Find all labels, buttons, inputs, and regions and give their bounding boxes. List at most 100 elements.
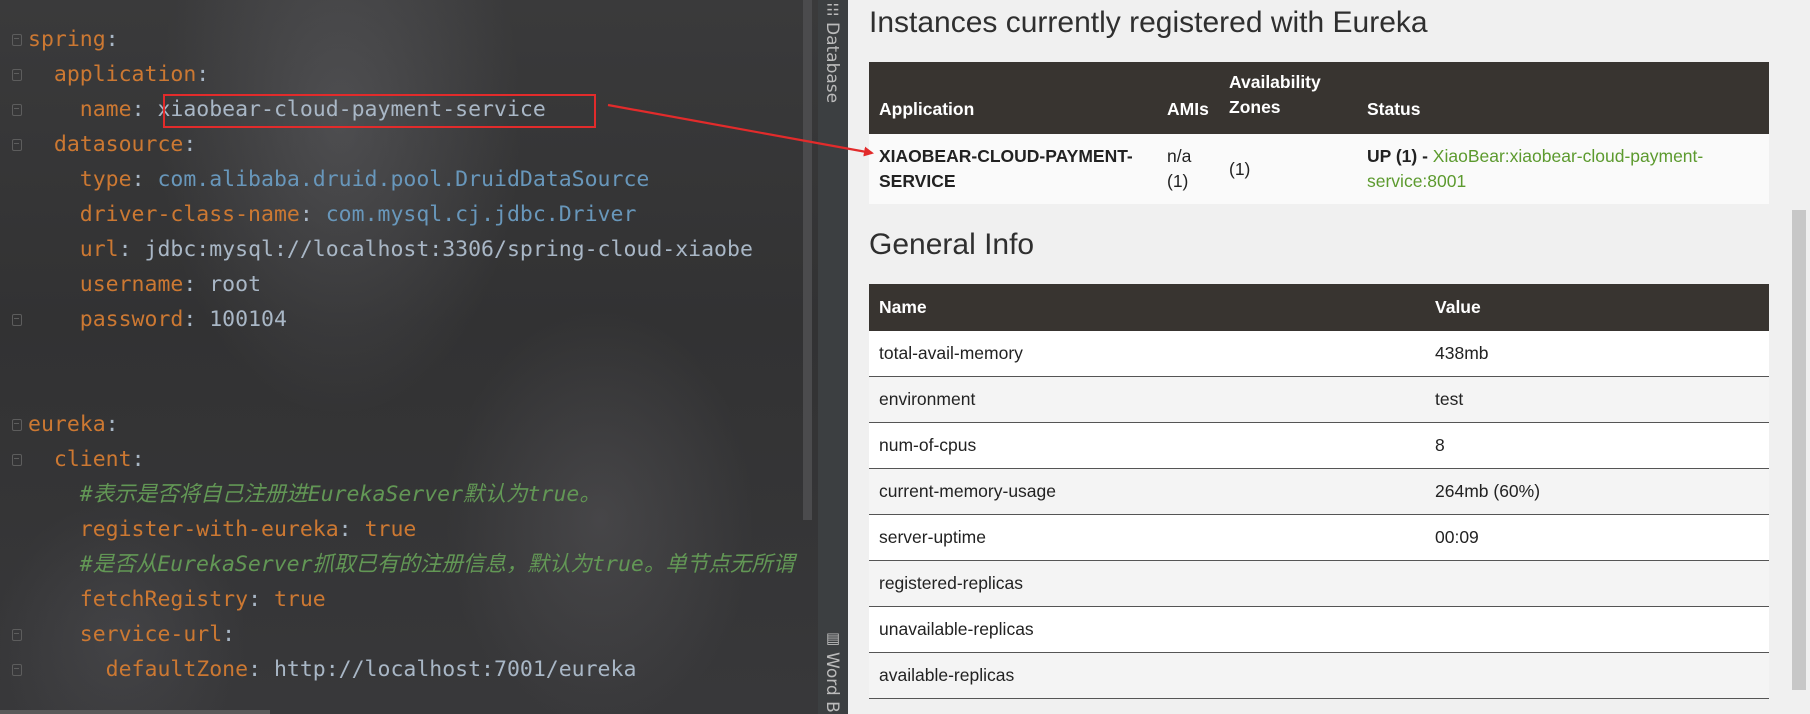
yaml-separator: : xyxy=(131,447,145,472)
code-editor[interactable]: spring: application: name: xiaobear-clou… xyxy=(0,0,818,714)
fold-marker-icon[interactable] xyxy=(12,419,22,431)
table-row: total-avail-memory 438mb xyxy=(869,331,1769,377)
yaml-separator: : xyxy=(299,202,326,227)
code-line: defaultZone: http://localhost:7001/eurek… xyxy=(28,652,637,687)
info-value: 264mb (60%) xyxy=(1425,468,1769,515)
fold-marker-icon[interactable] xyxy=(12,314,22,326)
editor-horizontal-scrollbar[interactable] xyxy=(0,710,270,714)
info-value: 8 xyxy=(1425,422,1769,469)
info-name: available-replicas xyxy=(869,652,1425,699)
table-row: registered-replicas xyxy=(869,560,1769,607)
yaml-separator: : xyxy=(222,622,236,647)
code-line: spring: xyxy=(28,22,119,57)
column-header-amis: AMIs xyxy=(1157,62,1219,134)
info-name: server-uptime xyxy=(869,514,1425,561)
info-value: 438mb xyxy=(1425,331,1769,377)
yaml-value: 100104 xyxy=(209,307,287,332)
yaml-key: name xyxy=(79,97,132,122)
table-row: available-replicas xyxy=(869,652,1769,699)
yaml-key: defaultZone xyxy=(105,657,249,682)
yaml-value: root xyxy=(209,272,262,297)
code-line: username: root xyxy=(28,267,261,302)
yaml-key: client xyxy=(53,447,132,472)
yaml-separator: : xyxy=(338,517,365,542)
annotation-highlight-box xyxy=(163,94,596,128)
yaml-key: datasource xyxy=(53,132,184,157)
fold-marker-icon[interactable] xyxy=(12,139,22,151)
yaml-key: driver-class-name xyxy=(79,202,300,227)
eureka-dashboard: Instances currently registered with Eure… xyxy=(848,0,1810,714)
yaml-value: true xyxy=(364,517,417,542)
database-tool-tab[interactable]: Database xyxy=(822,22,842,103)
fold-marker-icon[interactable] xyxy=(12,104,22,116)
yaml-key: application xyxy=(53,62,197,87)
info-value xyxy=(1425,560,1769,607)
fold-marker-icon[interactable] xyxy=(12,69,22,81)
instance-zones: (1) xyxy=(1219,134,1357,204)
table-row: unavailable-replicas xyxy=(869,606,1769,653)
database-icon[interactable]: ☷ xyxy=(825,2,841,18)
yaml-key: type xyxy=(79,167,132,192)
yaml-value: com.mysql.cj.jdbc.Driver xyxy=(325,202,637,227)
fold-marker-icon[interactable] xyxy=(12,34,22,46)
general-info-table: Name Value total-avail-memory 438mb enviro… xyxy=(869,284,1769,699)
table-row: server-uptime 00:09 xyxy=(869,514,1769,561)
code-line: fetchRegistry: true xyxy=(28,582,326,617)
yaml-key: register-with-eureka xyxy=(79,517,339,542)
yaml-separator: : xyxy=(131,167,158,192)
fold-marker-icon[interactable] xyxy=(12,664,22,676)
instances-table: Application AMIs Availability Zones Stat… xyxy=(869,62,1769,204)
info-name: current-memory-usage xyxy=(869,468,1425,515)
info-name: environment xyxy=(869,376,1425,423)
general-info-body: total-avail-memory 438mb environment test nu… xyxy=(869,331,1769,699)
yaml-separator: : xyxy=(248,657,274,682)
fold-marker-icon[interactable] xyxy=(12,629,22,641)
page-vertical-scrollbar[interactable] xyxy=(1792,210,1806,690)
instance-status: UP (1) - XiaoBear:xiaobear-cloud-payment… xyxy=(1357,134,1769,204)
yaml-separator: : xyxy=(105,412,119,437)
column-header-zones: Availability Zones xyxy=(1219,62,1357,134)
word-tool-tab[interactable]: Word B xyxy=(822,652,842,713)
info-value xyxy=(1425,652,1769,699)
book-icon[interactable]: ▤ xyxy=(825,630,841,646)
editor-vertical-scrollbar[interactable] xyxy=(803,0,812,520)
table-row: current-memory-usage 264mb (60%) xyxy=(869,468,1769,515)
general-info-heading: General Info xyxy=(869,228,1035,261)
ide-right-tool-strip: ☷ Database ▤ Word B xyxy=(818,0,848,714)
yaml-key: eureka xyxy=(28,412,106,437)
code-line: driver-class-name: com.mysql.cj.jdbc.Dri… xyxy=(28,197,637,232)
table-row: XIAOBEAR-CLOUD-PAYMENT-SERVICE n/a (1) (… xyxy=(869,134,1769,204)
column-header-status: Status xyxy=(1357,62,1769,134)
column-header-name: Name xyxy=(869,284,1425,331)
code-line: url: jdbc:mysql://localhost:3306/spring-… xyxy=(28,232,753,267)
yaml-comment: #表示是否将自己注册进EurekaServer默认为true。 xyxy=(79,482,601,507)
yaml-separator: : xyxy=(183,272,210,297)
yaml-key: username xyxy=(79,272,184,297)
yaml-separator: : xyxy=(131,97,158,122)
yaml-key: url xyxy=(79,237,119,262)
column-header-value: Value xyxy=(1425,284,1769,331)
code-line: client: xyxy=(28,442,145,477)
info-value: 00:09 xyxy=(1425,514,1769,561)
code-line: application: xyxy=(28,57,209,92)
code-line: service-url: xyxy=(28,617,235,652)
table-row: environment test xyxy=(869,376,1769,423)
fold-marker-icon[interactable] xyxy=(12,454,22,466)
yaml-separator: : xyxy=(196,62,210,87)
yaml-value: jdbc:mysql://localhost:3306/spring-cloud… xyxy=(144,237,753,262)
yaml-key: password xyxy=(79,307,184,332)
code-line: datasource: xyxy=(28,127,196,162)
code-line: eureka: xyxy=(28,407,119,442)
instance-amis: n/a (1) xyxy=(1157,134,1219,204)
